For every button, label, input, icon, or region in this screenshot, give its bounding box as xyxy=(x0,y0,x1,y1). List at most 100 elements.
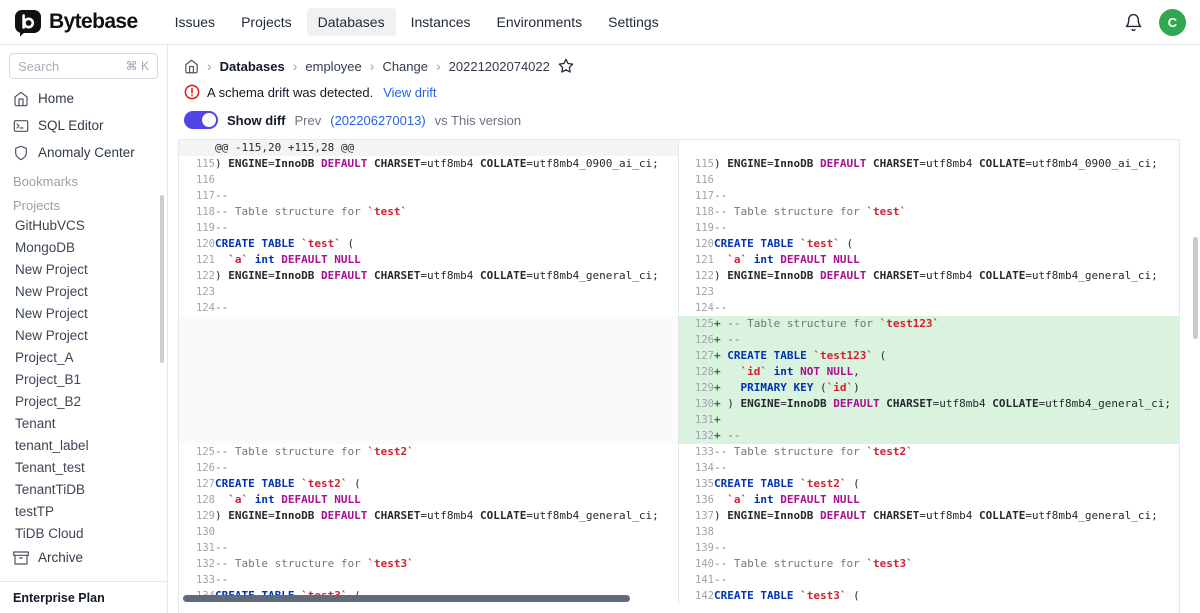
nav-databases[interactable]: Databases xyxy=(307,8,396,36)
diff-line-number: 128 xyxy=(678,364,714,380)
breadcrumb-item[interactable]: employee xyxy=(305,59,361,74)
breadcrumb-separator: › xyxy=(207,58,212,74)
diff-line-number: 122 xyxy=(179,268,215,284)
diff-line-number: 136 xyxy=(678,492,714,508)
diff-code-line: + -- xyxy=(714,332,1179,348)
diff-line-number xyxy=(179,412,215,428)
diff-line-number xyxy=(179,428,215,444)
diff-line-number: 121 xyxy=(678,252,714,268)
diff-code-line: ) ENGINE=InnoDB DEFAULT CHARSET=utf8mb4 … xyxy=(714,508,1179,524)
diff-code-line: -- xyxy=(215,220,678,236)
prev-version-link[interactable]: (202206270013) xyxy=(330,113,425,128)
sidebar-item-anomaly-center[interactable]: Anomaly Center xyxy=(0,139,167,166)
diff-code-line: -- xyxy=(215,460,678,476)
diff-code-line: ) ENGINE=InnoDB DEFAULT CHARSET=utf8mb4 … xyxy=(714,268,1179,284)
diff-line-number xyxy=(179,316,215,332)
diff-code-line xyxy=(714,140,1179,156)
diff-line-number: 138 xyxy=(678,524,714,540)
diff-line-number: 125 xyxy=(678,316,714,332)
breadcrumb-separator: › xyxy=(293,58,298,74)
sidebar-project-item[interactable]: Project_A xyxy=(0,346,167,368)
avatar[interactable]: C xyxy=(1159,9,1186,36)
diff-code-line xyxy=(714,172,1179,188)
sidebar-project-item[interactable]: MongoDB xyxy=(0,236,167,258)
diff-code-line: + xyxy=(714,412,1179,428)
diff-line-number: 131 xyxy=(678,412,714,428)
sidebar-project-item[interactable]: New Project xyxy=(0,302,167,324)
nav-projects[interactable]: Projects xyxy=(230,8,303,36)
breadcrumb-item: 20221202074022 xyxy=(449,59,550,74)
top-bar: Bytebase IssuesProjectsDatabasesInstance… xyxy=(0,0,1200,45)
home-icon xyxy=(13,91,29,107)
diff-code-line: -- xyxy=(714,572,1179,588)
sidebar-item-archive[interactable]: Archive xyxy=(0,544,167,571)
search-input[interactable] xyxy=(18,59,104,74)
diff-code-line: ) ENGINE=InnoDB DEFAULT CHARSET=utf8mb4 … xyxy=(714,156,1179,172)
sidebar-scroll-area: ⌘ K Home SQL Editor xyxy=(0,45,167,581)
sidebar-project-item[interactable]: TenantTiDB xyxy=(0,478,167,500)
sidebar-project-item[interactable]: tenant_label xyxy=(0,434,167,456)
diff-line-number: 129 xyxy=(179,508,215,524)
diff-line-number: 126 xyxy=(179,460,215,476)
diff-line-number: 123 xyxy=(678,284,714,300)
sidebar-scrollbar[interactable] xyxy=(160,195,164,363)
show-diff-toggle[interactable] xyxy=(184,111,218,129)
sidebar-project-item[interactable]: Project_B2 xyxy=(0,390,167,412)
alert-text: A schema drift was detected. xyxy=(207,85,373,100)
bytebase-logo-icon xyxy=(14,8,42,37)
main-nav: IssuesProjectsDatabasesInstancesEnvironm… xyxy=(164,8,674,36)
sidebar-section-bookmarks: Bookmarks xyxy=(0,166,167,190)
diff-code-line xyxy=(714,524,1179,540)
sidebar-project-item[interactable]: GitHubVCS xyxy=(0,214,167,236)
diff-line-number xyxy=(179,332,215,348)
breadcrumb-item[interactable]: Change xyxy=(382,59,428,74)
sidebar: ⌘ K Home SQL Editor xyxy=(0,45,168,613)
diff-line-number: 139 xyxy=(678,540,714,556)
page-vertical-scrollbar[interactable] xyxy=(1193,237,1198,339)
diff-code-line: `a` int DEFAULT NULL xyxy=(714,492,1179,508)
nav-settings[interactable]: Settings xyxy=(597,8,670,36)
sidebar-project-item[interactable]: Tenant_test xyxy=(0,456,167,478)
diff-code-line: -- Table structure for `test3` xyxy=(215,556,678,572)
diff-line-number: 126 xyxy=(678,332,714,348)
diff-line-number: 121 xyxy=(179,252,215,268)
diff-code-line xyxy=(215,524,678,540)
diff-code-line xyxy=(215,396,678,412)
home-icon[interactable] xyxy=(184,59,199,74)
diff-horizontal-scrollbar[interactable] xyxy=(183,595,630,602)
diff-line-number: 135 xyxy=(678,476,714,492)
view-drift-link[interactable]: View drift xyxy=(383,85,436,100)
bell-icon[interactable] xyxy=(1124,13,1143,32)
brand-logo[interactable]: Bytebase xyxy=(14,8,138,37)
diff-line-number: 119 xyxy=(678,220,714,236)
sidebar-project-item[interactable]: TiDB Cloud xyxy=(0,522,167,544)
prev-label: Prev xyxy=(295,113,322,128)
nav-instances[interactable]: Instances xyxy=(400,8,482,36)
nav-environments[interactable]: Environments xyxy=(486,8,594,36)
sidebar-project-item[interactable]: New Project xyxy=(0,258,167,280)
diff-code-line: -- xyxy=(714,220,1179,236)
sidebar-project-item[interactable]: testTP xyxy=(0,500,167,522)
diff-code-line xyxy=(215,380,678,396)
diff-hunk-header: @@ -115,20 +115,28 @@ xyxy=(215,140,678,156)
diff-line-number: 120 xyxy=(179,236,215,252)
search-shortcut: ⌘ K xyxy=(126,59,149,73)
diff-code-line: `a` int DEFAULT NULL xyxy=(215,492,678,508)
breadcrumb-item[interactable]: Databases xyxy=(220,59,285,74)
diff-code-line: -- Table structure for `test2` xyxy=(215,444,678,460)
sidebar-item-sql-editor[interactable]: SQL Editor xyxy=(0,112,167,139)
sidebar-project-item[interactable]: Project_B1 xyxy=(0,368,167,390)
diff-toolbar: Show diff Prev (202206270013) vs This ve… xyxy=(168,102,1200,139)
sidebar-project-item[interactable]: New Project xyxy=(0,324,167,346)
diff-line-number: 115 xyxy=(179,156,215,172)
diff-line-number: 128 xyxy=(179,492,215,508)
bookmark-star-icon[interactable] xyxy=(558,58,574,74)
nav-issues[interactable]: Issues xyxy=(164,8,226,36)
sidebar-project-item[interactable]: Tenant xyxy=(0,412,167,434)
sidebar-project-item[interactable]: New Project xyxy=(0,280,167,302)
diff-line-number: 123 xyxy=(179,284,215,300)
sidebar-item-home[interactable]: Home xyxy=(0,85,167,112)
diff-line-number: 127 xyxy=(179,476,215,492)
breadcrumb-separator: › xyxy=(436,58,441,74)
sidebar-item-label: SQL Editor xyxy=(38,118,104,133)
